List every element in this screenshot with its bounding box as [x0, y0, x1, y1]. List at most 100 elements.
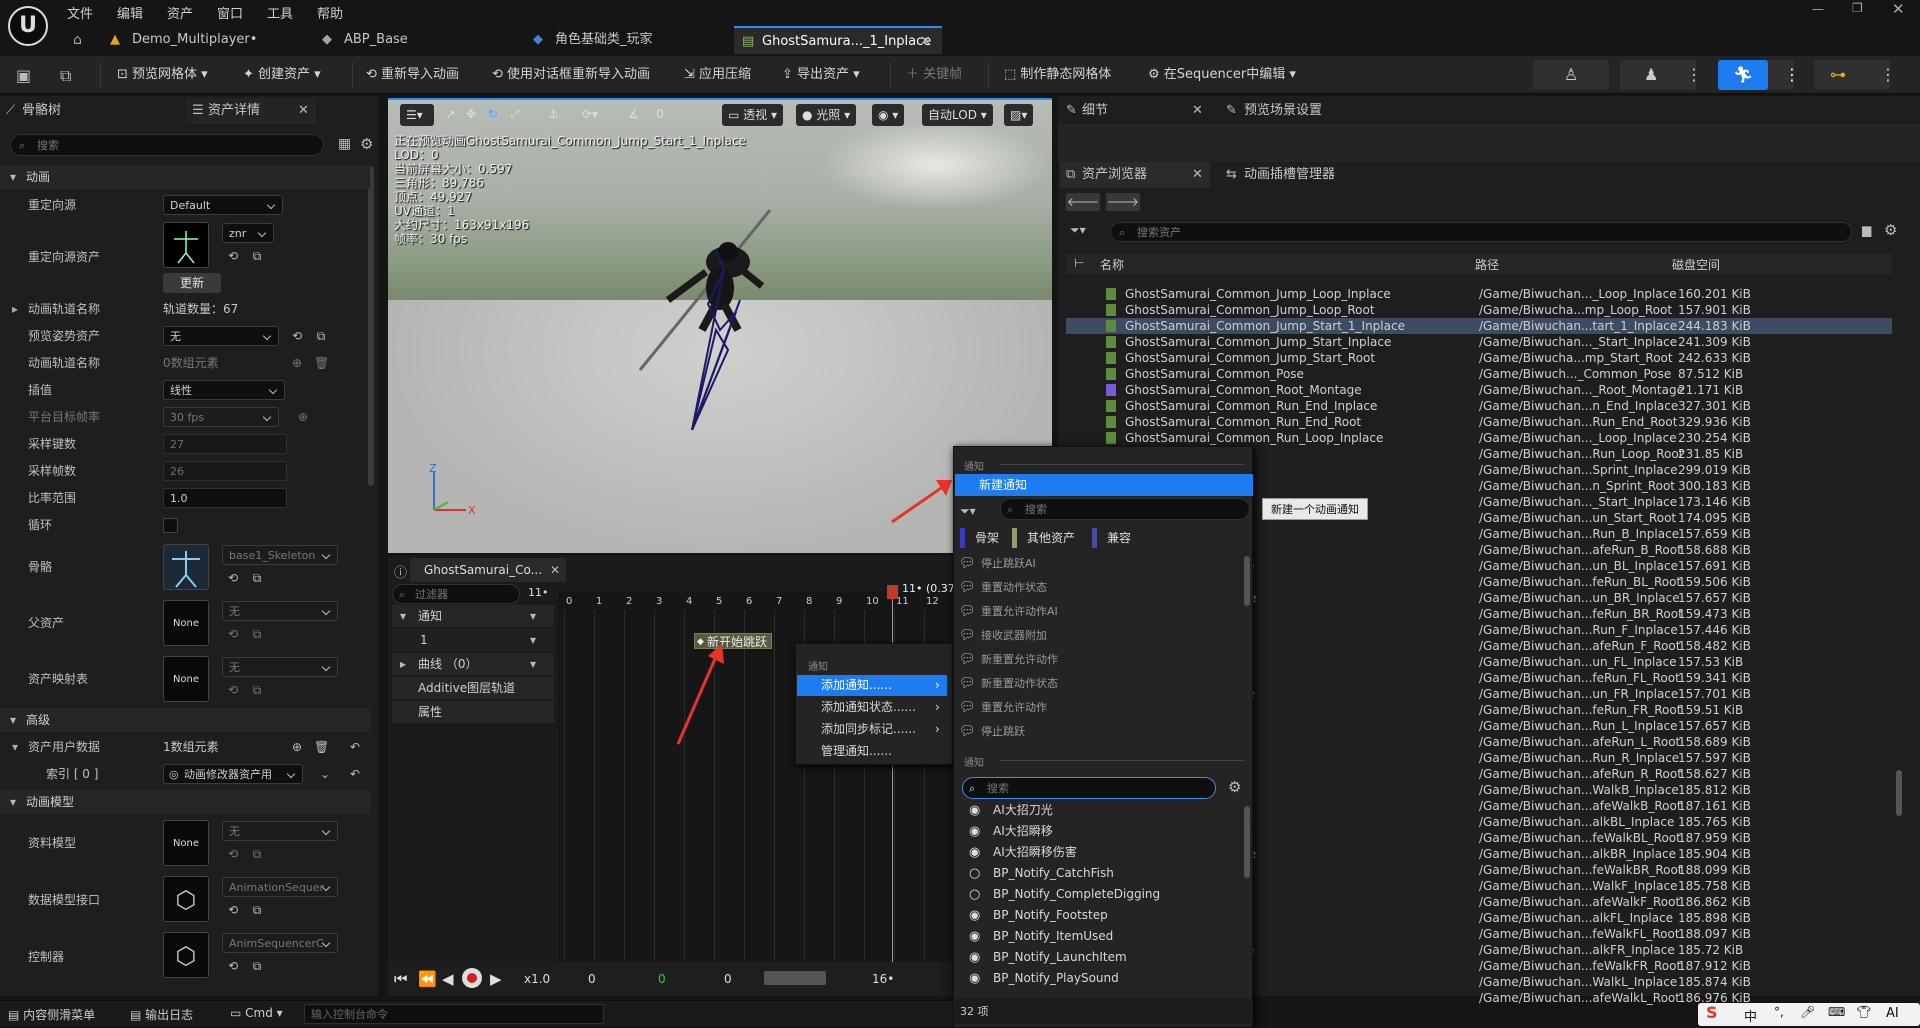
step-back-icon[interactable]: ⏪	[418, 970, 437, 988]
browse-asset-icon[interactable]: ⧉	[250, 847, 264, 861]
sogou-icon[interactable]: S	[1706, 1003, 1718, 1022]
menu-add-sync-marker[interactable]: 添加同步标记...... ›	[797, 719, 947, 740]
close-tab-icon[interactable]: ✕	[920, 28, 931, 56]
column-size[interactable]: 磁盘空间	[1672, 256, 1720, 273]
skeleton-combo[interactable]: base1_Skeleton	[222, 545, 338, 565]
select-tool-icon[interactable]: ➚	[446, 107, 456, 121]
tab-ghostsamurai-anim[interactable]: ▤ GhostSamura..._1_Inplace ✕	[734, 26, 942, 54]
menu-add-notify-state[interactable]: 添加通知状态...... ›	[797, 697, 947, 718]
content-drawer-button[interactable]: ▤ 内容侧滑菜单	[8, 1006, 95, 1023]
close-tab-icon[interactable]: ✕	[1192, 98, 1203, 124]
tab-character-base[interactable]: ◆ 角色基础类_玩家	[527, 26, 707, 54]
asset-row[interactable]: GhostSamurai_Common_Pose/Game/Biwuch..._…	[1066, 366, 1892, 382]
notify-class-item[interactable]: 💬︎ 停止跳跃	[955, 720, 1255, 744]
asset-row[interactable]: GhostSamurai_Common_Run_End_Root/Game/Bi…	[1066, 414, 1892, 430]
column-name[interactable]: 名称	[1100, 256, 1124, 273]
forward-button[interactable]: 🡒	[1106, 193, 1140, 211]
asset-list-scrollbar[interactable]	[1896, 770, 1902, 816]
data-interface-combo[interactable]: AnimationSequer	[222, 877, 338, 897]
close-tab-icon[interactable]: ✕	[550, 558, 560, 582]
browse-asset-icon[interactable]: ⧉	[250, 627, 264, 641]
end-frame[interactable]: 16•	[872, 972, 894, 986]
close-tab-icon[interactable]: ✕	[1192, 162, 1203, 188]
interpolation-combo[interactable]: 线性	[163, 380, 285, 400]
notify-class-item[interactable]: 💬︎ 重置允许动作AI	[955, 600, 1255, 624]
blueprint-mode-button[interactable]: ⊶ ⋮	[1814, 60, 1896, 90]
retarget-asset-combo[interactable]: znr	[222, 223, 274, 243]
reset-icon[interactable]: ↶	[348, 740, 362, 754]
record-icon[interactable]	[462, 968, 482, 988]
show-button[interactable]: ◉ ▾	[872, 104, 905, 126]
section-anim-model[interactable]: ▾ 动画模型	[0, 790, 370, 814]
blueprint-notify-item[interactable]: ◉ BP_Notify_ItemUsed	[955, 926, 1255, 947]
preview-mesh-button[interactable]: ⊡ 预览网格体 ▾	[117, 62, 208, 88]
rate-scale-field[interactable]: 1.0	[163, 488, 287, 508]
chevron-down-icon[interactable]: ▾	[530, 653, 536, 675]
auto-lod-button[interactable]: 自动LOD ▾	[922, 104, 993, 126]
column-path[interactable]: 路径	[1475, 256, 1499, 273]
expand-arrow-icon[interactable]: ▸	[12, 296, 18, 322]
playhead-handle[interactable]	[887, 585, 898, 599]
notify-class-item[interactable]: 💬︎ 接收武器附加	[955, 624, 1255, 648]
section-animation[interactable]: ▾ 动画	[0, 165, 370, 189]
back-button[interactable]: 🡐	[1066, 193, 1100, 211]
console-input[interactable]: 输入控制台命令	[304, 1004, 604, 1024]
preview-pose-combo[interactable]: 无	[163, 326, 279, 346]
tab-asset-details[interactable]: ☰ 资产详情 ✕	[186, 98, 316, 124]
cmd-button[interactable]: ▭ Cmd ▾	[230, 1006, 283, 1020]
asset-row[interactable]: GhostSamurai_Common_Root_Montage/Game/Bi…	[1066, 382, 1892, 398]
track-curves[interactable]: ▸ 曲线 （0） ▾	[392, 653, 554, 675]
edit-in-sequencer-button[interactable]: ⚙ 在Sequencer中编辑 ▾	[1148, 62, 1296, 88]
track-notify-1[interactable]: 1 ▾	[392, 629, 554, 651]
more-icon[interactable]: ⋮	[1880, 60, 1896, 90]
parent-asset-thumbnail[interactable]: None	[163, 600, 209, 646]
menu-file[interactable]: 文件	[67, 3, 93, 22]
browse-asset-icon[interactable]: ⧉	[250, 683, 264, 697]
use-selected-icon[interactable]: ⟲	[226, 903, 240, 917]
lit-button[interactable]: ● 光照 ▾	[796, 104, 857, 126]
retarget-source-combo[interactable]: Default	[163, 195, 283, 215]
menu-manage-notifies[interactable]: 管理通知......	[797, 741, 947, 762]
browse-asset-icon[interactable]: ⧉	[250, 959, 264, 973]
export-asset-button[interactable]: ⇪ 导出资产 ▾	[782, 62, 860, 88]
blueprint-notify-item[interactable]: ○ BP_Notify_CompleteDigging	[955, 884, 1255, 905]
save-icon[interactable]: ▣	[16, 66, 31, 85]
notify-search-input[interactable]: ⌕ 搜索	[1000, 498, 1250, 520]
tab-demo-multiplayer[interactable]: ▲ Demo_Multiplayer•	[104, 26, 264, 54]
minimize-icon[interactable]: —	[1812, 2, 1824, 16]
blueprint-notify-search-input[interactable]: ⌕ 搜索	[962, 777, 1216, 799]
asset-search-input[interactable]: ⌕ 搜索资产	[1110, 222, 1852, 242]
menu-add-notify[interactable]: 添加通知...... ›	[797, 675, 947, 696]
table-view-icon[interactable]: ▦	[338, 136, 351, 152]
reimport-button[interactable]: ⟲ 重新导入动画	[366, 62, 459, 88]
blueprint-notify-item[interactable]: ○ BP_Notify_CatchFish	[955, 863, 1255, 884]
blueprint-notify-item[interactable]: ◉ AI大招瞬移	[955, 821, 1255, 842]
scale-tool-icon[interactable]: ⤢	[510, 107, 520, 122]
notify-class-item[interactable]: 💬︎ 停止跳跃AI	[955, 552, 1255, 576]
playback-speed[interactable]: x1.0	[524, 972, 550, 986]
apply-compression-button[interactable]: ⇲ 应用压缩	[684, 62, 751, 88]
skeleton-mode-button[interactable]: ♙	[1533, 60, 1609, 90]
microphone-icon[interactable]: 🎤︎	[1800, 1005, 1815, 1019]
tab-details[interactable]: ✎ 细节 ✕	[1060, 98, 1210, 124]
make-static-mesh-button[interactable]: ⬚ 制作静态网格体	[1004, 62, 1111, 88]
ime-punctuation-icon[interactable]: °,	[1774, 1005, 1784, 1019]
reimport-dialog-button[interactable]: ⟲ 使用对话框重新导入动画	[492, 62, 650, 88]
parent-asset-combo[interactable]: 无	[222, 601, 338, 621]
chip-compatible[interactable]: 兼容	[1092, 528, 1131, 548]
view-range-scrollbar[interactable]	[764, 971, 826, 985]
tab-abp-base[interactable]: ◆ ABP_Base	[316, 26, 466, 54]
asset-row[interactable]: GhostSamurai_Common_Jump_Start_Root/Game…	[1066, 350, 1892, 366]
skeleton-thumbnail[interactable]	[163, 544, 209, 590]
skip-start-icon[interactable]: ⏮	[394, 970, 408, 988]
angle-snap-icon[interactable]: ∡	[628, 107, 639, 121]
animation-mode-button[interactable]: 🏃︎ ⋮	[1718, 60, 1800, 90]
track-attributes[interactable]: 属性	[392, 701, 554, 723]
chevron-down-icon[interactable]: ▾	[530, 629, 536, 651]
track-notifies[interactable]: ▾ 通知 ▾	[392, 605, 554, 627]
more-icon[interactable]: ⋮	[1686, 60, 1702, 90]
data-interface-thumbnail[interactable]: ⬡	[163, 876, 209, 922]
tab-asset-browser[interactable]: ⧉ 资产浏览器 ✕	[1060, 162, 1210, 188]
chip-other-assets[interactable]: 其他资产	[1012, 528, 1075, 548]
controller-thumbnail[interactable]: ⬡	[163, 932, 209, 978]
